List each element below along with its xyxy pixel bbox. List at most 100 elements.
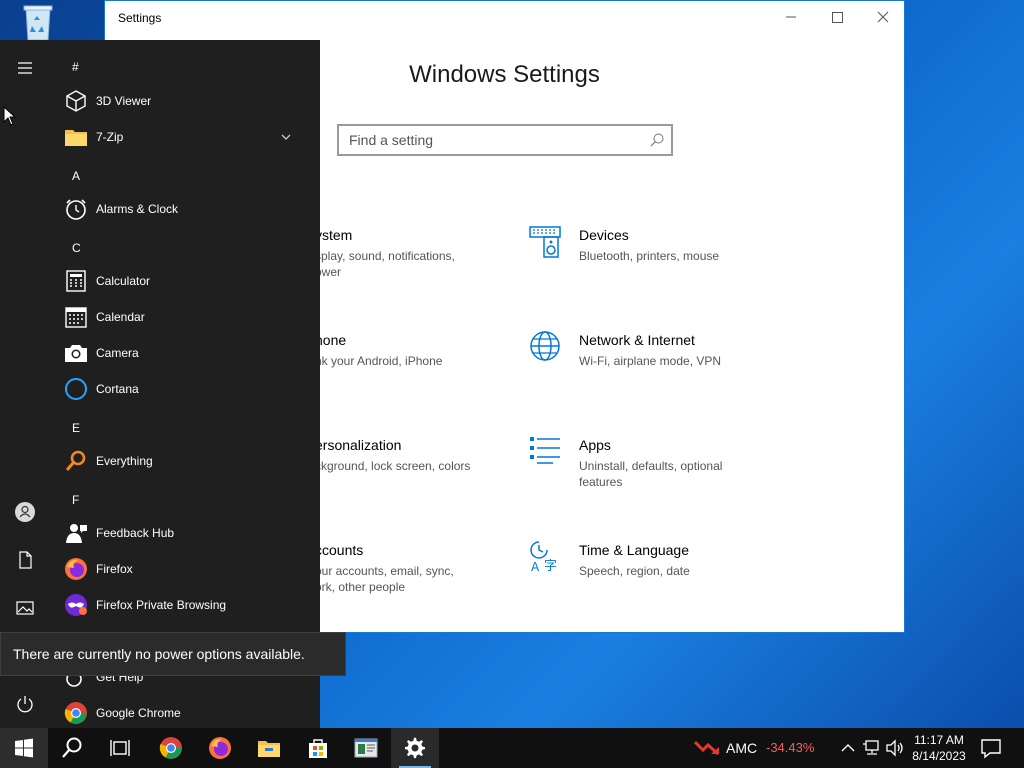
- stock-name: AMC: [726, 740, 758, 756]
- cortana-icon: [65, 378, 87, 400]
- app-calculator[interactable]: Calculator: [62, 264, 312, 298]
- taskbar-firefox[interactable]: [196, 728, 244, 768]
- app-feedback-hub[interactable]: Feedback Hub: [62, 516, 312, 550]
- setting-title: Devices: [579, 227, 629, 243]
- app-camera[interactable]: Camera: [62, 336, 312, 370]
- app-label: Alarms & Clock: [96, 202, 179, 216]
- setting-description: our accounts, email, sync, ork, other pe…: [315, 564, 454, 594]
- firefox-icon: [65, 558, 87, 580]
- task-view-button[interactable]: [96, 728, 144, 768]
- file-explorer-icon: [258, 741, 280, 757]
- taskbar-settings[interactable]: [391, 728, 439, 768]
- app-label: Feedback Hub: [96, 526, 175, 540]
- hamburger-menu-icon[interactable]: [13, 56, 37, 80]
- minimize-button[interactable]: [768, 1, 814, 33]
- chevron-up-icon[interactable]: [838, 738, 858, 758]
- search-box[interactable]: [337, 124, 673, 156]
- network-icon[interactable]: [862, 738, 882, 758]
- title-bar[interactable]: Settings: [105, 1, 904, 33]
- setting-network-internet[interactable]: Network & Internet Wi-Fi, airplane mode,…: [529, 326, 819, 386]
- taskbar-file-explorer[interactable]: [245, 728, 293, 768]
- globe-icon: [530, 331, 560, 361]
- recycle-bin-icon[interactable]: [14, 4, 60, 41]
- chevron-down-icon[interactable]: [280, 131, 292, 143]
- setting-description: Wi-Fi, airplane mode, VPN: [579, 354, 722, 368]
- windows-logo-icon: [15, 738, 33, 758]
- app-cortana[interactable]: Cortana: [62, 372, 312, 406]
- setting-devices[interactable]: Devices Bluetooth, printers, mouse: [529, 221, 819, 281]
- app-3d-viewer[interactable]: 3D Viewer: [62, 84, 312, 118]
- svg-text:A: A: [531, 560, 540, 574]
- power-icon[interactable]: [13, 692, 37, 716]
- taskbar-store[interactable]: [294, 728, 342, 768]
- store-icon: [309, 739, 327, 758]
- taskbar: AMC -34.43% 11:17 AM 8/14/2023: [0, 728, 1024, 768]
- app-label: Camera: [96, 346, 139, 360]
- pictures-icon[interactable]: [13, 596, 37, 620]
- setting-description: splay, sound, notifications, ower: [315, 249, 455, 279]
- system-clock[interactable]: 11:17 AM 8/14/2023: [906, 732, 972, 764]
- start-button[interactable]: [0, 728, 48, 768]
- taskbar-search-icon: [62, 737, 82, 758]
- app-label: Cortana: [96, 382, 139, 396]
- app-label: Google Chrome: [96, 706, 181, 720]
- calendar-icon: [65, 307, 87, 328]
- group-header[interactable]: F: [72, 493, 79, 507]
- taskbar-app[interactable]: [342, 728, 390, 768]
- stock-widget[interactable]: AMC -34.43%: [694, 728, 824, 768]
- app-list: # 3D Viewer 7-Zip A Alarms & Clock C Cal…: [50, 40, 320, 728]
- mouse-cursor-icon: [3, 106, 17, 126]
- keyboard-speaker-icon: [529, 226, 561, 258]
- group-header[interactable]: A: [72, 169, 80, 183]
- stock-down-icon: [694, 740, 720, 756]
- setting-description: Speech, region, date: [579, 564, 690, 578]
- setting-time-language[interactable]: A 字 Time & Language Speech, region, date: [529, 536, 819, 596]
- chrome-icon: [64, 702, 87, 724]
- app-alarms-clock[interactable]: Alarms & Clock: [62, 192, 312, 226]
- app-label: 7-Zip: [96, 130, 124, 144]
- chrome-icon: [159, 737, 182, 759]
- user-account-icon[interactable]: [13, 500, 37, 524]
- setting-apps[interactable]: Apps Uninstall, defaults, optional featu…: [529, 431, 819, 491]
- app-7-zip[interactable]: 7-Zip: [62, 120, 312, 154]
- clock-time: 11:17 AM: [914, 733, 964, 747]
- group-header[interactable]: #: [72, 60, 79, 74]
- app-label: Firefox: [96, 562, 133, 576]
- minimize-icon: [786, 16, 796, 18]
- setting-description: ckground, lock screen, colors: [315, 459, 471, 473]
- gear-icon: [405, 737, 425, 759]
- app-google-chrome[interactable]: Google Chrome: [62, 696, 312, 730]
- feedback-icon: [66, 524, 87, 543]
- window-app-icon: [354, 738, 378, 758]
- app-label: Everything: [96, 454, 153, 468]
- setting-title: Apps: [579, 437, 611, 453]
- taskbar-chrome[interactable]: [147, 728, 195, 768]
- volume-icon[interactable]: [885, 738, 905, 758]
- search-button[interactable]: [48, 728, 96, 768]
- search-input[interactable]: [339, 126, 639, 154]
- close-icon: [877, 11, 889, 23]
- app-calendar[interactable]: Calendar: [62, 300, 312, 334]
- group-header[interactable]: C: [72, 241, 81, 255]
- calculator-icon: [66, 270, 86, 292]
- documents-icon[interactable]: [13, 548, 37, 572]
- setting-description: Bluetooth, printers, mouse: [579, 249, 720, 263]
- cube-icon: [66, 90, 86, 112]
- group-header[interactable]: E: [72, 421, 80, 435]
- notification-center-icon[interactable]: [978, 736, 1004, 760]
- power-options-tooltip: There are currently no power options ava…: [0, 632, 346, 676]
- setting-description: nk your Android, iPhone: [315, 354, 443, 368]
- apps-list-icon: [530, 437, 560, 464]
- maximize-button[interactable]: [814, 1, 860, 33]
- search-icon: [650, 133, 664, 147]
- maximize-icon: [832, 12, 843, 23]
- stock-change: -34.43%: [766, 740, 815, 755]
- app-firefox[interactable]: Firefox: [62, 552, 312, 586]
- app-firefox-private[interactable]: Firefox Private Browsing: [62, 588, 312, 622]
- start-menu-rail: [0, 40, 50, 728]
- window-title: Settings: [118, 11, 162, 25]
- setting-description: Uninstall, defaults, optional features: [579, 459, 723, 489]
- folder-icon: [65, 130, 87, 146]
- close-button[interactable]: [860, 1, 906, 33]
- app-everything[interactable]: Everything: [62, 444, 312, 478]
